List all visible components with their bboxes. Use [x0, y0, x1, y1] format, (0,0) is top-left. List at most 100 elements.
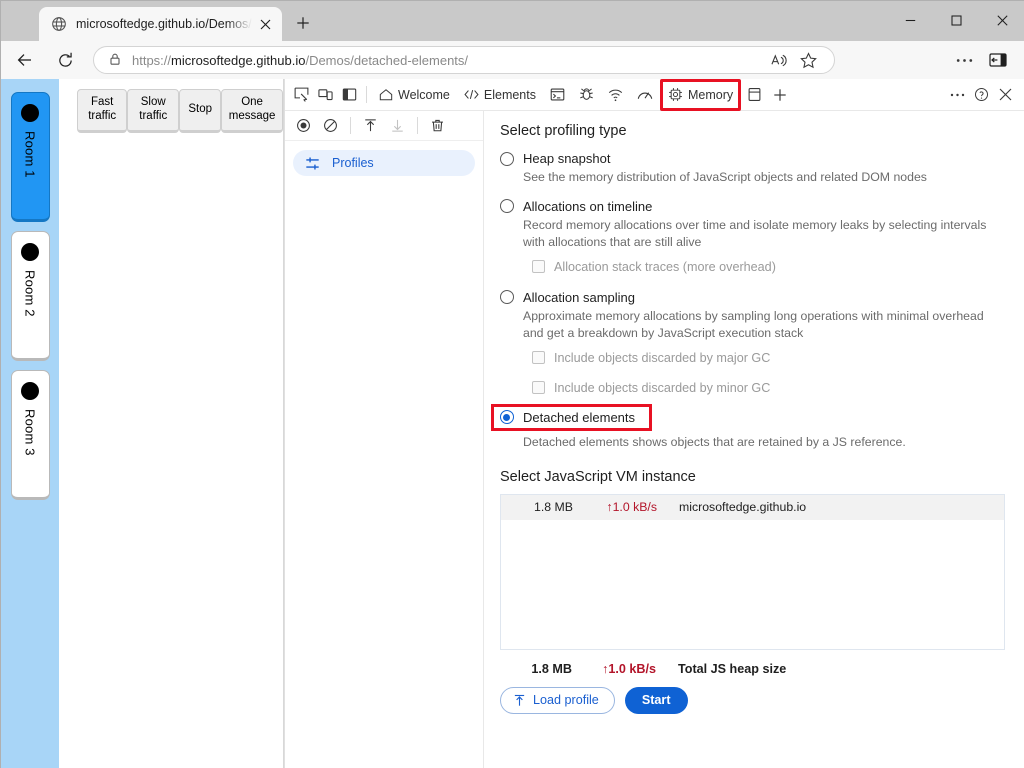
trash-icon[interactable] [425, 113, 450, 138]
option-allocation-sampling[interactable]: Allocation sampling [500, 290, 1005, 305]
ellipsis-icon[interactable] [947, 45, 981, 75]
back-arrow-icon[interactable] [9, 44, 41, 76]
tab-label: Welcome [398, 87, 450, 102]
upload-arrow-icon [513, 694, 526, 707]
vm-instance-list[interactable]: 1.8 MB ↑1.0 kB/s microsoftedge.github.io [500, 493, 1005, 650]
tab-elements[interactable]: Elements [457, 82, 543, 108]
devtools-panel: Welcome Elements Memory Profiles Select … [284, 78, 1024, 768]
room-label: Room 3 [22, 409, 38, 456]
device-emulation-icon[interactable] [313, 83, 337, 107]
stop-button[interactable]: Stop [179, 89, 222, 133]
checkbox-allocation-stack-traces[interactable]: Allocation stack traces (more overhead) [532, 260, 1005, 274]
memory-chip-icon [668, 87, 683, 102]
room-button-3[interactable]: Room 3 [10, 370, 50, 500]
slow-traffic-button[interactable]: Slow traffic [127, 89, 180, 133]
star-icon[interactable] [794, 46, 822, 74]
network-icon [608, 88, 623, 102]
tab-label: Memory [687, 87, 734, 102]
room-dot-icon [21, 382, 40, 400]
checkbox-minor-gc[interactable]: Include objects discarded by minor GC [532, 381, 1005, 395]
tab-performance[interactable] [630, 82, 660, 108]
room-rail: Room 1 Room 2 Room 3 [1, 79, 60, 768]
fast-traffic-button[interactable]: Fast traffic [77, 89, 128, 133]
profiler-toolbar [285, 111, 483, 141]
tab-sources-debugger[interactable] [572, 82, 601, 108]
address-text: https://microsoftedge.github.io/Demos/de… [132, 53, 468, 68]
radio-heap-snapshot[interactable] [500, 151, 514, 166]
console-icon [550, 87, 565, 102]
url-path: /Demos/detached-elements/ [305, 52, 469, 68]
vm-instance-title: Select JavaScript VM instance [500, 468, 696, 485]
sidebar-toggle-icon[interactable] [981, 45, 1015, 75]
vm-host: microsoftedge.github.io [679, 500, 807, 515]
tab-welcome[interactable]: Welcome [372, 82, 457, 108]
tab-memory[interactable]: Memory [659, 78, 742, 111]
close-icon[interactable] [979, 1, 1024, 39]
total-label: Total JS heap size [678, 661, 787, 676]
checkbox-box[interactable] [532, 381, 545, 395]
option-detached-elements[interactable]: Detached elements [491, 403, 653, 431]
tab-console[interactable] [543, 82, 572, 108]
vm-size: 1.8 MB [534, 500, 573, 515]
save-profile-icon[interactable] [385, 113, 410, 138]
new-tab-button[interactable] [288, 8, 318, 38]
radio-allocations-on-timeline[interactable] [500, 199, 514, 214]
clear-icon[interactable] [318, 113, 343, 138]
help-icon[interactable] [969, 83, 993, 107]
maximize-icon[interactable] [933, 1, 979, 39]
add-panel-button[interactable] [768, 83, 792, 107]
ellipsis-icon[interactable] [945, 83, 969, 107]
room-button-1[interactable]: Room 1 [10, 92, 50, 222]
load-profile-button[interactable]: Load profile [500, 686, 615, 714]
room-dot-icon [21, 243, 40, 261]
traffic-button-group: Fast traffic Slow traffic Stop One messa… [77, 89, 283, 133]
radio-allocation-sampling[interactable] [500, 290, 514, 305]
option-allocations-on-timeline[interactable]: Allocations on timeline [500, 199, 1005, 214]
refresh-icon[interactable] [49, 44, 81, 76]
browser-tab[interactable]: microsoftedge.github.io/Demos/d [39, 7, 282, 41]
devtools-sidebar: Profiles [285, 111, 484, 768]
option-description: Record memory allocations over time and … [523, 217, 987, 249]
inspect-icon[interactable] [289, 83, 313, 107]
read-aloud-icon[interactable] [764, 46, 792, 74]
room-dot-icon [21, 104, 40, 122]
checkbox-label: Include objects discarded by minor GC [554, 380, 771, 395]
url-scheme: https:// [132, 52, 172, 68]
checkbox-major-gc[interactable]: Include objects discarded by major GC [532, 351, 1005, 365]
viewport: Room 1 Room 2 Room 3 Fast traffic Slow t… [1, 78, 1024, 768]
one-message-button[interactable]: One message [221, 89, 283, 133]
page-content: Room 1 Room 2 Room 3 Fast traffic Slow t… [1, 79, 284, 768]
checkbox-label: Allocation stack traces (more overhead) [554, 259, 776, 274]
start-button[interactable]: Start [624, 686, 688, 714]
code-brackets-icon [464, 88, 479, 101]
checkbox-box[interactable] [532, 351, 545, 365]
option-label: Detached elements [523, 409, 636, 425]
room-button-2[interactable]: Room 2 [10, 231, 50, 361]
checkbox-box[interactable] [532, 260, 545, 274]
home-icon [379, 88, 393, 102]
vm-rate: ↑1.0 kB/s [606, 500, 657, 515]
checkbox-label: Include objects discarded by major GC [554, 350, 771, 365]
nav-right-group [947, 45, 1024, 75]
divider [366, 86, 367, 103]
load-profile-icon[interactable] [358, 113, 383, 138]
minimize-icon[interactable] [887, 1, 933, 39]
option-description: Detached elements shows objects that are… [523, 434, 906, 449]
page-main: Fast traffic Slow traffic Stop One messa… [59, 79, 283, 768]
record-icon[interactable] [291, 113, 316, 138]
tab-network[interactable] [601, 82, 630, 108]
close-icon[interactable] [254, 13, 276, 35]
close-icon[interactable] [993, 83, 1017, 107]
radio-detached-elements[interactable] [500, 410, 514, 425]
total-rate: ↑1.0 kB/s [602, 661, 656, 676]
dock-side-icon[interactable] [337, 83, 361, 107]
tab-application[interactable] [741, 82, 768, 108]
address-bar[interactable]: https://microsoftedge.github.io/Demos/de… [93, 46, 835, 74]
sidebar-item-profiles[interactable]: Profiles [293, 150, 475, 176]
option-description: See the memory distribution of JavaScrip… [523, 170, 927, 184]
option-heap-snapshot[interactable]: Heap snapshot [500, 151, 1005, 166]
memory-profiler-main: Select profiling type Heap snapshot See … [484, 111, 1024, 768]
vm-instance-row[interactable]: 1.8 MB ↑1.0 kB/s microsoftedge.github.io [501, 494, 1004, 520]
option-label: Heap snapshot [523, 151, 611, 166]
option-description: Approximate memory allocations by sampli… [523, 308, 984, 340]
